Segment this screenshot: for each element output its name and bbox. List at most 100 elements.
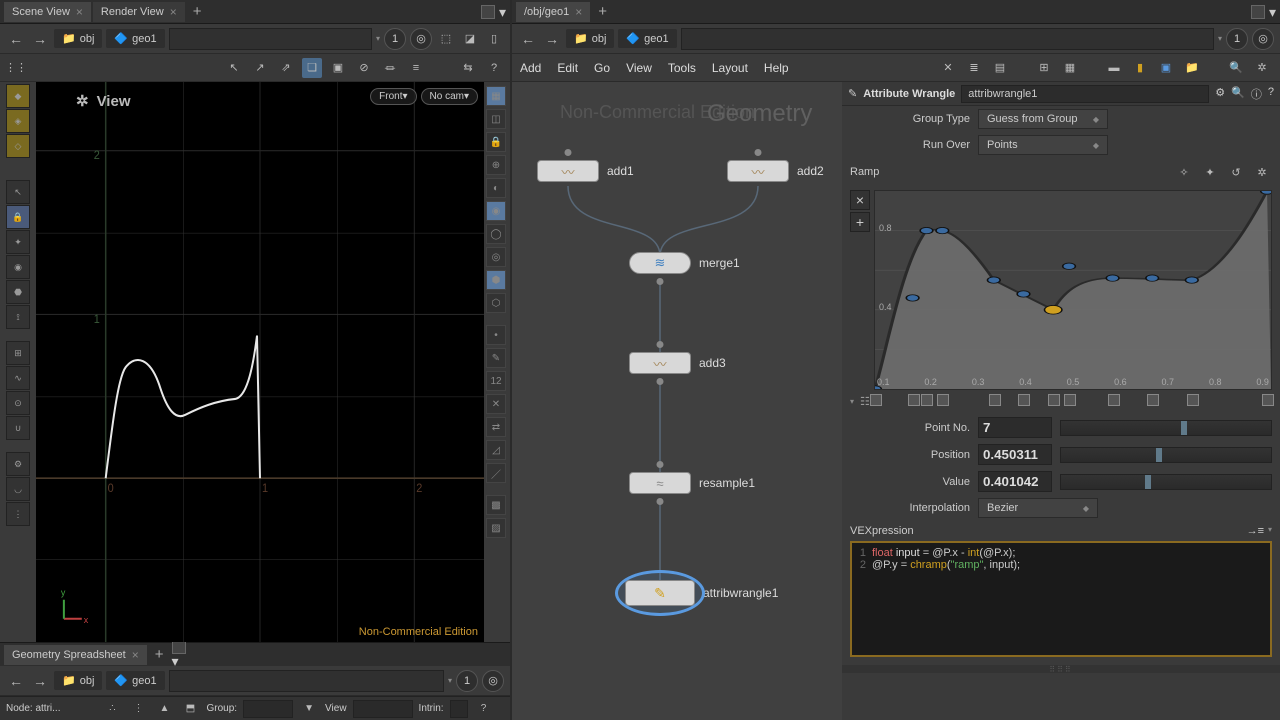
path-index-button[interactable]: 1 <box>384 28 406 50</box>
checker-icon[interactable]: ▩ <box>486 495 506 515</box>
menu-layout[interactable]: Layout <box>712 61 748 75</box>
d1-icon[interactable]: ◐ <box>486 178 506 198</box>
path-history-icon[interactable]: ▾ <box>1218 34 1222 43</box>
snap-grid-tool[interactable]: ⊞ <box>6 341 30 365</box>
path-level[interactable]: 📁 obj <box>54 29 102 48</box>
pointno-slider[interactable] <box>1060 420 1272 436</box>
lock-tool[interactable]: 🔒 <box>6 205 30 229</box>
search-icon[interactable]: 🔍 <box>1226 58 1246 78</box>
path-input[interactable] <box>169 670 444 692</box>
ramp-handle[interactable] <box>989 394 1001 406</box>
gear-tool[interactable]: ⚙ <box>6 452 30 476</box>
info-icon[interactable]: ⓘ <box>1251 86 1262 102</box>
d3-icon[interactable]: ◯ <box>486 224 506 244</box>
disp-wire-icon[interactable]: ▦ <box>486 86 506 106</box>
ramp-handle[interactable] <box>1262 394 1274 406</box>
lines-icon[interactable]: ▤ <box>990 58 1010 78</box>
ramp-add-button[interactable]: + <box>850 212 870 232</box>
pane-max-icon[interactable] <box>481 5 495 19</box>
tool-a[interactable]: ✦ <box>6 230 30 254</box>
lock-icon[interactable]: 🔒 <box>486 132 506 152</box>
network-editor[interactable]: Non-Commercial Edition Geometry add1 add… <box>512 82 842 720</box>
path-node[interactable]: 🔷 geo1 <box>106 29 164 48</box>
gear-icon[interactable]: ⚙ <box>1215 86 1225 102</box>
handles-icon[interactable]: ⋮⋮ <box>6 58 26 78</box>
orientation-dropdown[interactable]: Front▾ <box>370 88 416 105</box>
list-icon[interactable]: ≣ <box>964 58 984 78</box>
path-index-button[interactable]: 1 <box>456 670 478 692</box>
ramp-add-key-icon[interactable]: ✧ <box>1174 162 1194 182</box>
ramp-fit-icon[interactable]: ☷ <box>860 395 870 408</box>
node-merge1[interactable]: merge1 <box>629 252 740 274</box>
ramp-handle[interactable] <box>1147 394 1159 406</box>
folder-icon[interactable]: 📁 <box>1182 58 1202 78</box>
ramp-collapse-icon[interactable]: ▾ <box>850 397 854 406</box>
shelf-tool-2[interactable]: ◈ <box>6 109 30 133</box>
pane-icon[interactable]: ▯ <box>484 29 504 49</box>
op-name-field[interactable]: attribwrangle1 <box>961 85 1209 103</box>
globe-icon[interactable]: ⊕ <box>486 155 506 175</box>
add-tab-button[interactable]: + <box>187 3 208 20</box>
wrench-icon[interactable]: ✕ <box>938 58 958 78</box>
runover-dropdown[interactable]: Points◆ <box>978 135 1108 155</box>
ramp-handle[interactable] <box>937 394 949 406</box>
view-input[interactable] <box>353 700 413 718</box>
ramp-handle[interactable] <box>1064 394 1076 406</box>
sticky-icon[interactable]: ▮ <box>1130 58 1150 78</box>
path-index-button[interactable]: 1 <box>1226 28 1248 50</box>
search-icon[interactable]: 🔍 <box>1231 86 1245 102</box>
disp-shade-icon[interactable]: ◫ <box>486 109 506 129</box>
vex-preset-icon[interactable]: →≡ <box>1247 525 1264 537</box>
num-icon[interactable]: 12 <box>486 371 506 391</box>
close-icon[interactable]: × <box>170 5 177 19</box>
d4-icon[interactable]: ◎ <box>486 247 506 267</box>
brush-icon[interactable]: ✎ <box>486 348 506 368</box>
verts-icon[interactable]: ⋮ <box>128 699 148 719</box>
path-history-icon[interactable]: ▾ <box>448 676 452 685</box>
menu-view[interactable]: View <box>626 61 652 75</box>
select-mode-icon[interactable]: ❏ <box>302 58 322 78</box>
prims-icon[interactable]: ▲ <box>154 699 174 719</box>
menu-edit[interactable]: Edit <box>557 61 578 75</box>
colors-icon[interactable]: ▨ <box>486 518 506 538</box>
pane-menu-icon[interactable]: ▾ <box>1269 5 1276 19</box>
snap-point-tool[interactable]: ⊙ <box>6 391 30 415</box>
nav-fwd-button[interactable]: → <box>30 671 50 691</box>
arc-tool[interactable]: ◡ <box>6 477 30 501</box>
ramp-handles-row[interactable] <box>876 394 1272 410</box>
path-input[interactable] <box>169 28 372 50</box>
nav-back-button[interactable]: ← <box>6 671 26 691</box>
gate-icon[interactable]: ⏛ <box>380 58 400 78</box>
3d-viewport[interactable]: ✲View Front▾ No cam▾ 1 2 0 1 <box>36 82 484 642</box>
help-icon[interactable]: ? <box>484 58 504 78</box>
value-slider[interactable] <box>1060 474 1272 490</box>
tab-network[interactable]: /obj/geo1× <box>516 2 590 22</box>
detail-icon[interactable]: ⬒ <box>180 699 200 719</box>
select-tool[interactable]: ↖ <box>6 180 30 204</box>
ramp-handle[interactable] <box>1018 394 1030 406</box>
ramp-handle[interactable] <box>870 394 882 406</box>
vex-menu-icon[interactable]: ▾ <box>1268 525 1272 537</box>
ramp-handle[interactable] <box>1187 394 1199 406</box>
link-toggle[interactable]: ◎ <box>1252 28 1274 50</box>
swap-icon[interactable]: ⇄ <box>486 417 506 437</box>
path-node[interactable]: 🔷 geo1 <box>106 671 164 690</box>
points-icon[interactable]: ∴ <box>102 699 122 719</box>
tab-scene-view[interactable]: Scene View× <box>4 2 91 22</box>
d6-icon[interactable]: ⬡ <box>486 293 506 313</box>
node-add3[interactable]: add3 <box>629 352 726 374</box>
cross-icon[interactable]: ✕ <box>486 394 506 414</box>
node-attribwrangle1[interactable]: attribwrangle1 <box>625 580 778 606</box>
grouptype-dropdown[interactable]: Guess from Group◆ <box>978 109 1108 129</box>
menu-go[interactable]: Go <box>594 61 610 75</box>
close-icon[interactable]: × <box>132 648 139 662</box>
path-node[interactable]: 🔷 geo1 <box>618 29 676 48</box>
close-icon[interactable]: × <box>575 5 582 19</box>
d5-icon[interactable]: ⬢ <box>486 270 506 290</box>
image-icon[interactable]: ▣ <box>1156 58 1176 78</box>
node-add1[interactable]: add1 <box>537 160 634 182</box>
path-level[interactable]: 📁 obj <box>566 29 614 48</box>
dot-icon[interactable]: • <box>486 325 506 345</box>
axis-tool[interactable]: ⟟ <box>6 305 30 329</box>
d2-icon[interactable]: ◉ <box>486 201 506 221</box>
